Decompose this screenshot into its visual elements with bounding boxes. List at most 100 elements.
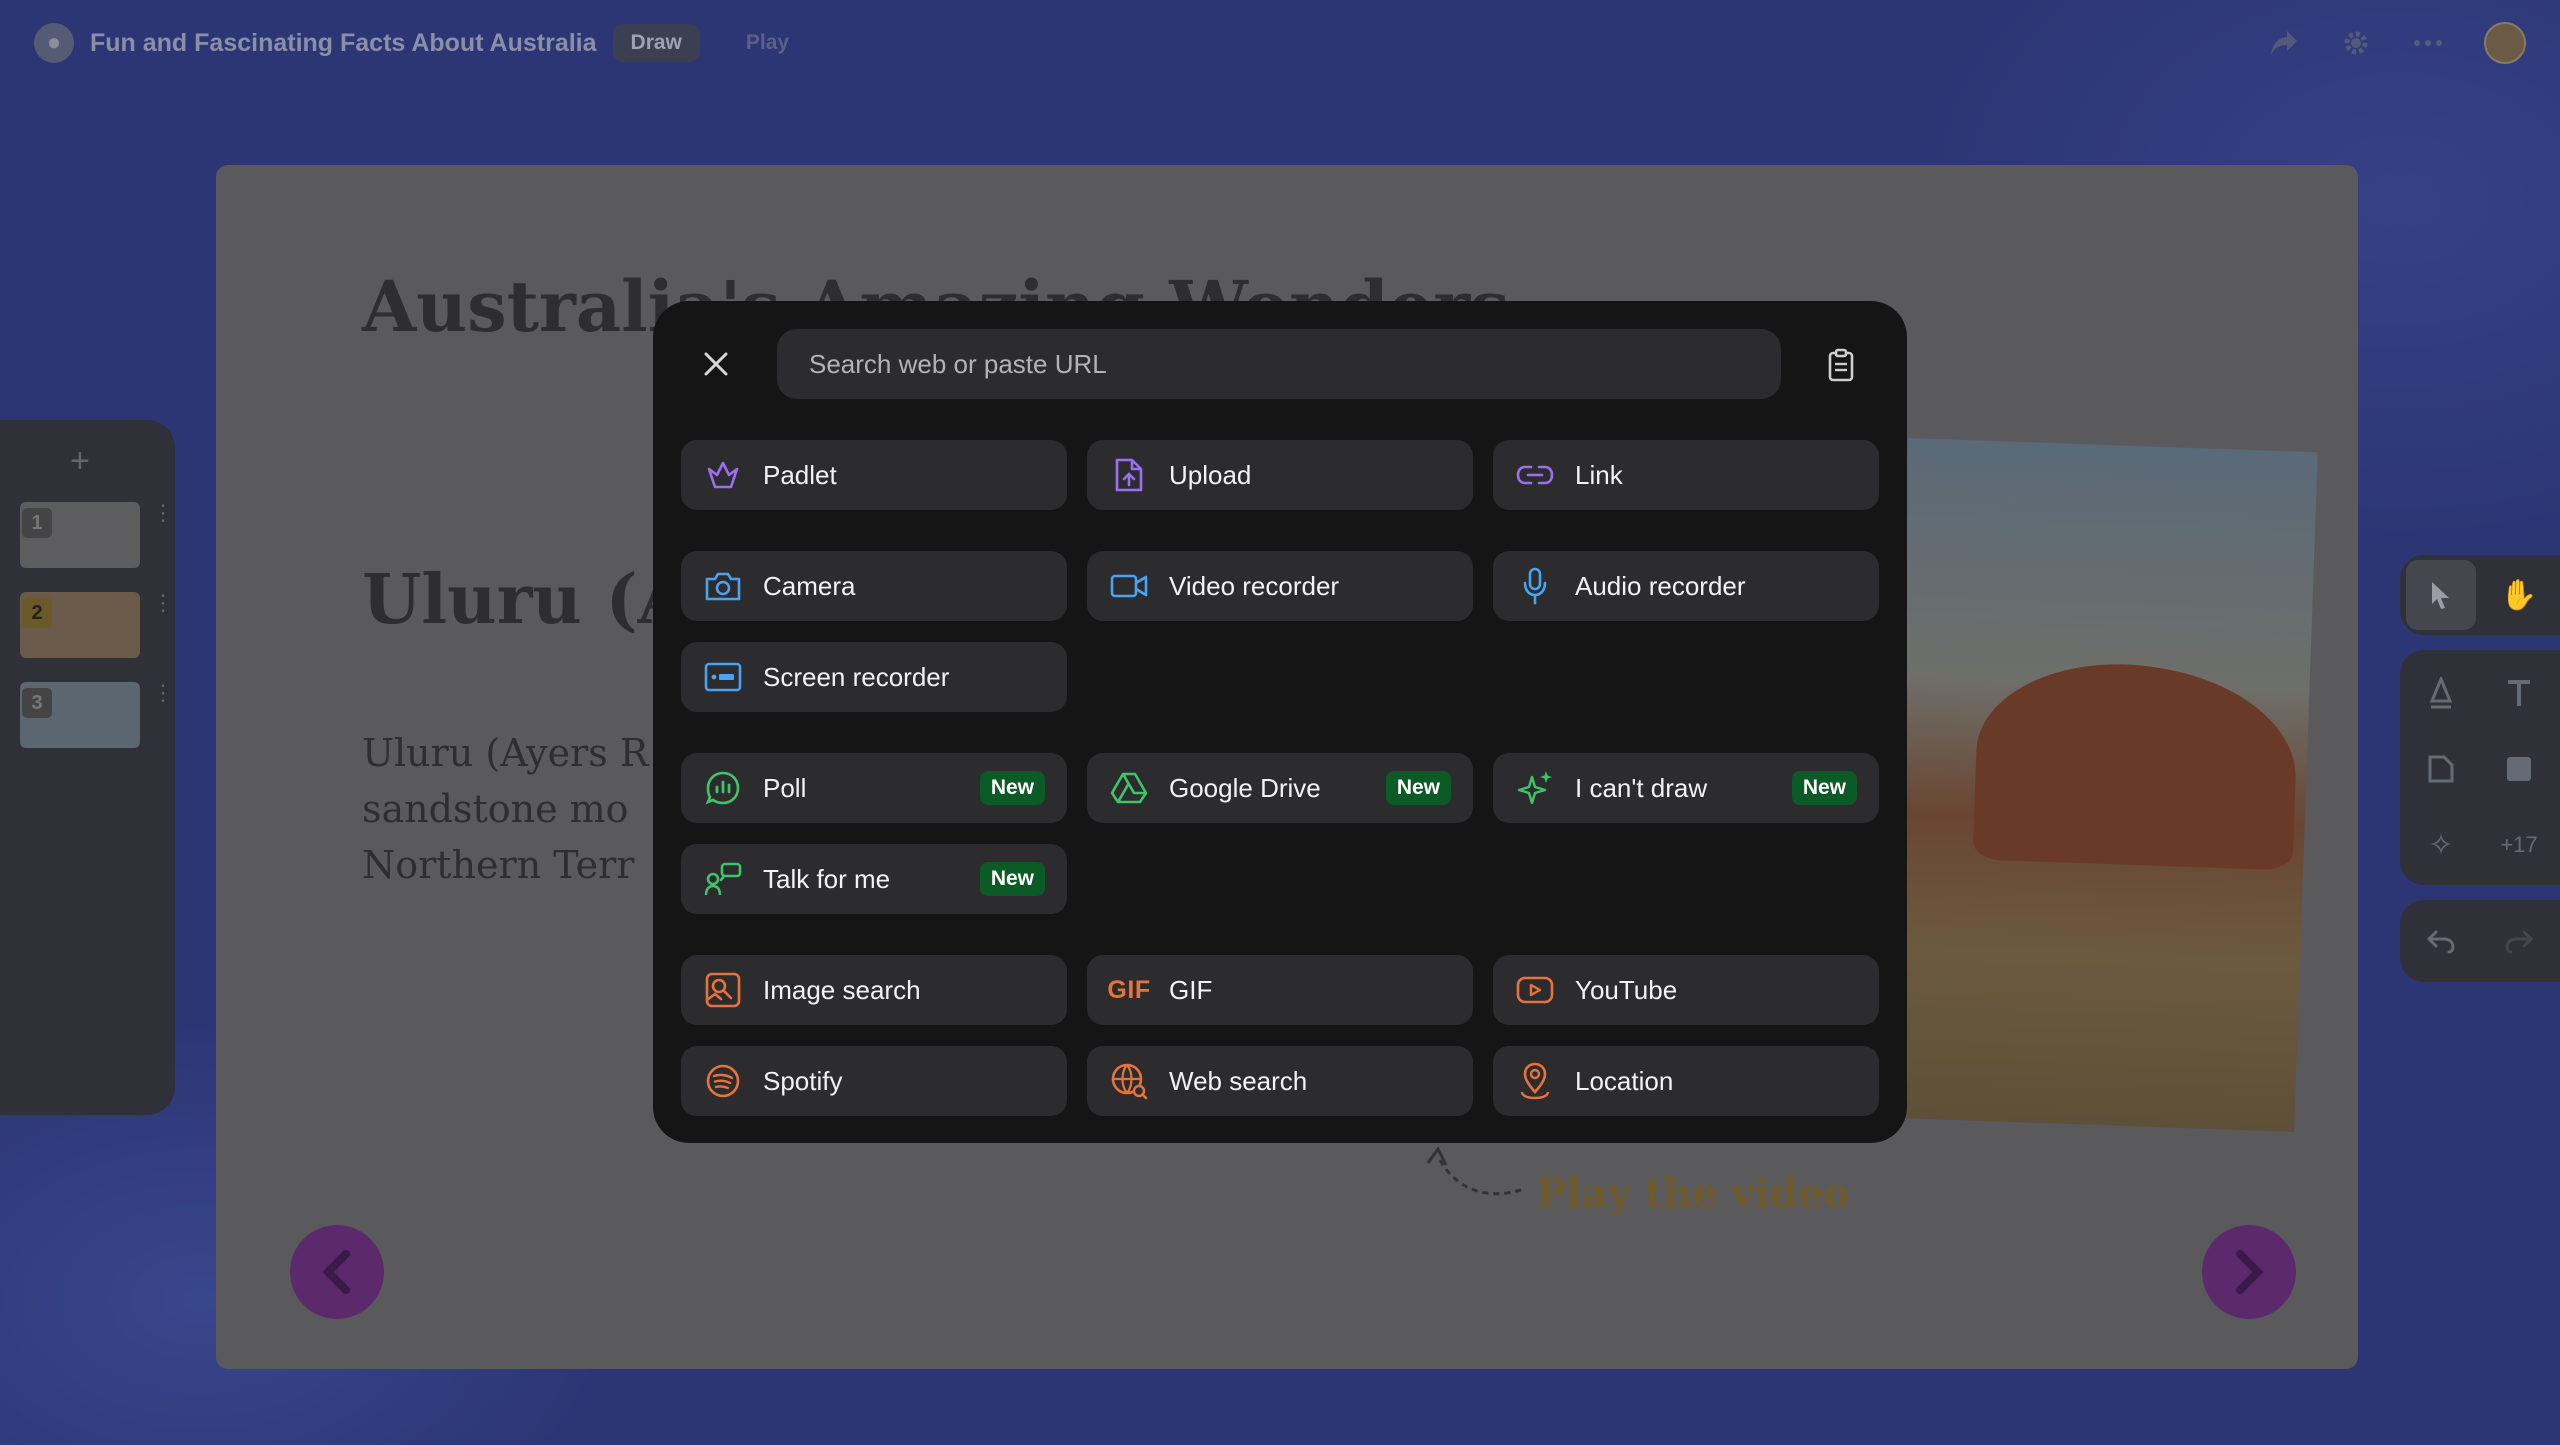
- option-youtube[interactable]: YouTube: [1493, 955, 1879, 1025]
- slide-thumbnails-panel: + 1 ⋮ 2 ⋮ 3 ⋮: [0, 420, 175, 1115]
- option-label: Link: [1575, 459, 1623, 490]
- thumbnail-menu-icon[interactable]: ⋮: [152, 590, 174, 616]
- option-label: Padlet: [763, 459, 837, 490]
- previous-slide-button[interactable]: [290, 1225, 384, 1319]
- option-gif[interactable]: GIF GIF: [1087, 955, 1473, 1025]
- option-screen-recorder[interactable]: Screen recorder: [681, 642, 1067, 712]
- link-icon: [1515, 455, 1555, 495]
- close-button[interactable]: [697, 345, 735, 383]
- new-badge: New: [1385, 771, 1451, 805]
- document-title[interactable]: Fun and Fascinating Facts About Australi…: [90, 29, 597, 58]
- option-upload[interactable]: Upload: [1087, 440, 1473, 510]
- thumbnail-menu-icon[interactable]: ⋮: [152, 500, 174, 526]
- sparkle-icon: [1515, 768, 1555, 808]
- tab-play[interactable]: Play: [728, 24, 807, 62]
- new-badge: New: [979, 862, 1045, 896]
- padlet-icon: [703, 455, 743, 495]
- drawing-toolbar: ✧ +17: [2400, 650, 2560, 885]
- option-location[interactable]: Location: [1493, 1046, 1879, 1116]
- option-label: Upload: [1169, 459, 1252, 490]
- play-video-hint: Play the video: [1536, 1170, 1850, 1217]
- option-padlet[interactable]: Padlet: [681, 440, 1067, 510]
- talk-icon: [703, 859, 743, 899]
- option-label: Web search: [1169, 1065, 1308, 1096]
- tab-draw[interactable]: Draw: [612, 24, 700, 62]
- select-tool-icon[interactable]: [2406, 560, 2476, 630]
- youtube-icon: [1515, 970, 1555, 1010]
- spotify-icon: [703, 1061, 743, 1101]
- chevron-left-icon: [322, 1250, 350, 1294]
- gif-icon: GIF: [1107, 975, 1151, 1004]
- option-web-search[interactable]: Web search: [1087, 1046, 1473, 1116]
- slide-body-line: sandstone mo: [362, 787, 629, 831]
- video-recorder-icon: [1109, 566, 1149, 606]
- pen-tool-icon[interactable]: [2406, 658, 2476, 728]
- paste-clipboard-button[interactable]: [1823, 345, 1859, 385]
- poll-icon: [703, 768, 743, 808]
- option-audio-recorder[interactable]: Audio recorder: [1493, 551, 1879, 621]
- option-label: I can't draw: [1575, 772, 1708, 803]
- option-label: Video recorder: [1169, 570, 1340, 601]
- google-drive-icon: [1109, 768, 1149, 808]
- option-label: Spotify: [763, 1065, 843, 1096]
- option-camera[interactable]: Camera: [681, 551, 1067, 621]
- hand-tool-icon[interactable]: ✋: [2484, 560, 2554, 630]
- new-badge: New: [1791, 771, 1857, 805]
- slide-body[interactable]: Uluru (Ayers R sandstone mo Northern Ter…: [362, 725, 662, 893]
- option-spotify[interactable]: Spotify: [681, 1046, 1067, 1116]
- close-icon: [704, 352, 728, 376]
- option-i-cant-draw[interactable]: I can't draw New: [1493, 753, 1879, 823]
- pointer-toolbar: ✋: [2400, 555, 2560, 635]
- option-image-search[interactable]: Image search: [681, 955, 1067, 1025]
- history-toolbar: [2400, 900, 2560, 982]
- shape-tool-icon[interactable]: [2484, 734, 2554, 804]
- option-label: Poll: [763, 772, 807, 803]
- option-label: Location: [1575, 1065, 1674, 1096]
- camera-icon: [703, 566, 743, 606]
- new-badge: New: [979, 771, 1045, 805]
- top-actions: [2268, 22, 2526, 64]
- option-label: Screen recorder: [763, 661, 950, 692]
- search-input[interactable]: [777, 329, 1781, 399]
- gear-icon[interactable]: [2340, 27, 2372, 59]
- microphone-icon: [1515, 566, 1555, 606]
- slide-body-line: Uluru (Ayers R: [362, 731, 649, 775]
- option-google-drive[interactable]: Google Drive New: [1087, 753, 1473, 823]
- more-icon[interactable]: [2412, 27, 2444, 59]
- option-label: GIF: [1169, 974, 1213, 1005]
- option-link[interactable]: Link: [1493, 440, 1879, 510]
- option-label: Camera: [763, 570, 856, 601]
- option-label: Talk for me: [763, 863, 891, 894]
- top-bar: ● Fun and Fascinating Facts About Austra…: [0, 0, 2560, 86]
- option-video-recorder[interactable]: Video recorder: [1087, 551, 1473, 621]
- option-label: Google Drive: [1169, 772, 1321, 803]
- option-talk-for-me[interactable]: Talk for me New: [681, 844, 1067, 914]
- sticky-note-tool-icon[interactable]: [2406, 734, 2476, 804]
- option-label: Image search: [763, 974, 921, 1005]
- option-label: YouTube: [1575, 974, 1678, 1005]
- upload-icon: [1109, 455, 1149, 495]
- option-poll[interactable]: Poll New: [681, 753, 1067, 823]
- magic-tool-icon[interactable]: ✧: [2406, 810, 2476, 880]
- clipboard-icon: [1828, 348, 1854, 382]
- more-tools-button[interactable]: +17: [2484, 810, 2554, 880]
- screen-recorder-icon: [703, 657, 743, 697]
- image-search-icon: [703, 970, 743, 1010]
- attachment-picker-modal: Padlet Upload Link Camera Video recorder…: [653, 301, 1907, 1143]
- curved-arrow-icon: [1426, 1146, 1522, 1196]
- koala-logo-icon[interactable]: ●: [34, 23, 74, 63]
- location-icon: [1515, 1061, 1555, 1101]
- slide-number: 2: [22, 598, 52, 628]
- add-slide-button[interactable]: +: [70, 442, 90, 481]
- thumbnail-menu-icon[interactable]: ⋮: [152, 680, 174, 706]
- slide-number: 3: [22, 688, 52, 718]
- avatar[interactable]: [2484, 22, 2526, 64]
- slide-body-line: Northern Terr: [362, 843, 635, 887]
- redo-icon[interactable]: [2484, 906, 2554, 976]
- undo-icon[interactable]: [2406, 906, 2476, 976]
- next-slide-button[interactable]: [2202, 1225, 2296, 1319]
- text-tool-icon[interactable]: [2484, 658, 2554, 728]
- slide-number: 1: [22, 508, 52, 538]
- share-icon[interactable]: [2268, 27, 2300, 59]
- option-label: Audio recorder: [1575, 570, 1746, 601]
